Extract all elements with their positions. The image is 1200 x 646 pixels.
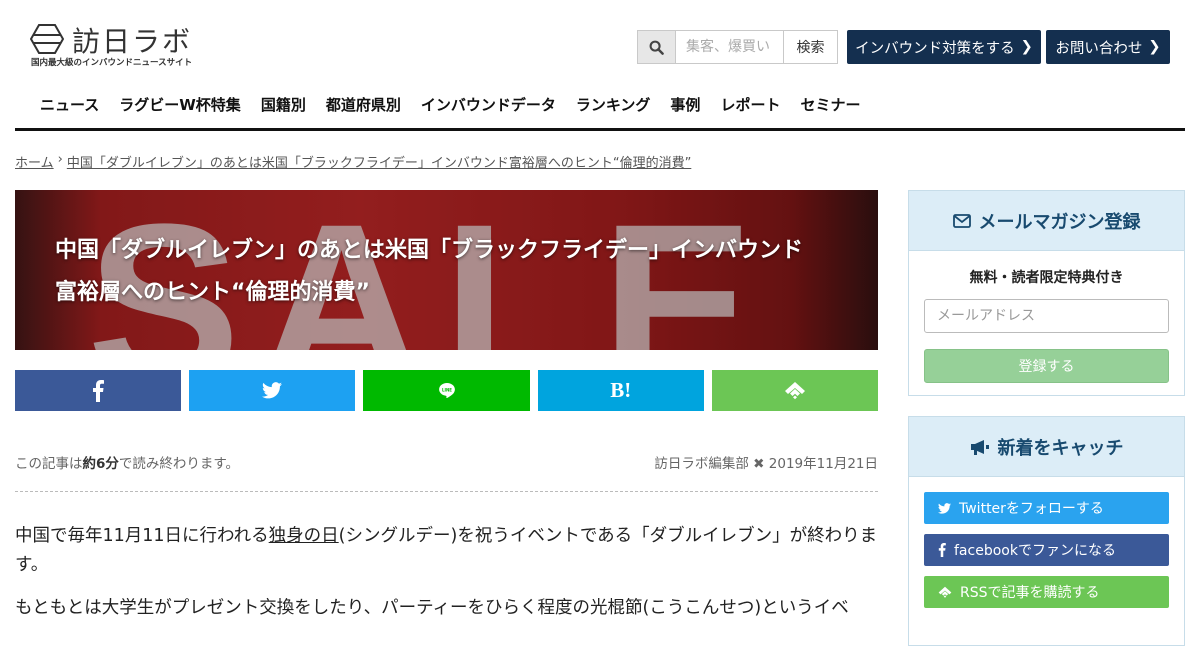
nav-item-prefecture[interactable]: 都道府県別 bbox=[326, 94, 401, 115]
publish-date: 2019年11月21日 bbox=[768, 456, 878, 472]
nav-item-cases[interactable]: 事例 bbox=[670, 94, 700, 115]
newsletter-header: メールマガジン登録 bbox=[909, 191, 1184, 251]
twitter-follow-label: Twitterをフォローする bbox=[959, 501, 1104, 517]
search-button[interactable]: 検索 bbox=[784, 30, 838, 64]
site-logo[interactable]: 訪日ラボ 国内最大級のインバウンドニュースサイト bbox=[30, 22, 200, 70]
share-twitter-button[interactable] bbox=[189, 370, 356, 411]
svg-text:LINE: LINE bbox=[442, 388, 452, 393]
article-paragraph: もともとは大学生がプレゼント交換をしたり、パーティーをひらく程度の光棍節(こうこ… bbox=[15, 598, 849, 618]
follow-header: 新着をキャッチ bbox=[909, 417, 1184, 477]
breadcrumb-separator-icon: › bbox=[57, 152, 63, 167]
nav-item-report[interactable]: レポート bbox=[720, 94, 780, 115]
breadcrumb-current[interactable]: 中国「ダブルイレブン」のあとは米国「ブラックフライデー」インバウンド富裕層へのヒ… bbox=[67, 152, 691, 171]
nav-item-country[interactable]: 国籍別 bbox=[261, 94, 306, 115]
chevron-right-icon: ❯ bbox=[1020, 39, 1033, 55]
logo-hexagon-icon bbox=[30, 24, 64, 54]
rss-subscribe-label: RSSで記事を購読する bbox=[960, 585, 1100, 601]
search-input[interactable] bbox=[675, 30, 784, 64]
nav-item-seminar[interactable]: セミナー bbox=[800, 94, 860, 115]
article-title-line2: 富裕層へのヒント“倫理的消費” bbox=[55, 280, 370, 305]
twitter-icon bbox=[262, 382, 283, 399]
rss-subscribe-button[interactable]: RSSで記事を購読する bbox=[924, 576, 1169, 608]
inbound-cta-button[interactable]: インバウンド対策をする ❯ bbox=[847, 30, 1041, 64]
article-paragraph: 中国で毎年11月11日に行われる独身の日(シングルデー)を祝うイベントである「ダ… bbox=[15, 526, 878, 575]
author-name[interactable]: 訪日ラボ編集部 bbox=[654, 456, 749, 472]
facebook-icon bbox=[938, 543, 946, 557]
nav-item-news[interactable]: ニュース bbox=[40, 94, 99, 115]
singles-day-link[interactable]: 独身の日 bbox=[269, 526, 339, 546]
hatena-icon: B! bbox=[610, 378, 632, 402]
share-facebook-button[interactable] bbox=[15, 370, 182, 411]
contact-label: お問い合わせ bbox=[1055, 40, 1143, 57]
nav-item-ranking[interactable]: ランキング bbox=[576, 94, 651, 115]
newsletter-title: メールマガジン登録 bbox=[978, 211, 1141, 233]
site-search: 検索 bbox=[637, 30, 838, 64]
line-icon: LINE bbox=[438, 383, 455, 398]
chevron-right-icon: ❯ bbox=[1148, 39, 1161, 55]
nav-item-rugby[interactable]: ラグビーW杯特集 bbox=[119, 94, 241, 115]
meta-divider bbox=[15, 491, 878, 492]
newsletter-subtitle: 無料・読者限定特典付き bbox=[969, 270, 1124, 286]
reading-time-value: 約6分 bbox=[82, 456, 119, 472]
reading-time: この記事は約6分で読み終わります。 bbox=[15, 456, 240, 472]
email-field[interactable] bbox=[924, 299, 1169, 333]
share-hatena-button[interactable]: B! bbox=[537, 370, 704, 411]
nav-item-data[interactable]: インバウンドデータ bbox=[421, 94, 556, 115]
envelope-icon bbox=[952, 213, 971, 228]
feedly-icon bbox=[938, 586, 952, 598]
article-title-line1: 中国「ダブルイレブン」のあとは米国「ブラックフライデー」インバウンド bbox=[55, 238, 804, 263]
share-bar: LINE B! bbox=[15, 370, 879, 411]
facebook-icon bbox=[93, 379, 105, 402]
follow-title: 新着をキャッチ bbox=[997, 437, 1124, 459]
inbound-cta-label: インバウンド対策をする bbox=[855, 40, 1015, 57]
follow-box: 新着をキャッチ Twitterをフォローする facebookでファンになる R… bbox=[908, 416, 1185, 646]
share-feedly-button[interactable] bbox=[711, 370, 879, 411]
contact-button[interactable]: お問い合わせ ❯ bbox=[1046, 30, 1170, 64]
feedly-icon bbox=[784, 381, 805, 399]
share-line-button[interactable]: LINE bbox=[363, 370, 530, 411]
search-icon[interactable] bbox=[637, 30, 675, 64]
nav-divider bbox=[15, 128, 1185, 131]
author-date: 訪日ラボ編集部 ✖ 2019年11月21日 bbox=[654, 452, 878, 472]
twitter-follow-button[interactable]: Twitterをフォローする bbox=[924, 492, 1169, 524]
facebook-follow-label: facebookでファンになる bbox=[954, 543, 1116, 559]
facebook-follow-button[interactable]: facebookでファンになる bbox=[924, 534, 1169, 566]
article-body: 中国で毎年11月11日に行われる独身の日(シングルデー)を祝うイベントである「ダ… bbox=[15, 522, 878, 637]
megaphone-icon bbox=[970, 439, 989, 455]
global-nav: ニュース ラグビーW杯特集 国籍別 都道府県別 インバウンドデータ ランキング … bbox=[40, 94, 860, 115]
pen-icon: ✖ bbox=[753, 456, 765, 472]
article-hero: SALE 中国「ダブルイレブン」のあとは米国「ブラックフライデー」インバウンド … bbox=[15, 190, 878, 350]
article-title: 中国「ダブルイレブン」のあとは米国「ブラックフライデー」インバウンド 富裕層への… bbox=[55, 230, 838, 314]
breadcrumb-home[interactable]: ホーム bbox=[15, 152, 54, 171]
logo-tagline: 国内最大級のインバウンドニュースサイト bbox=[31, 58, 193, 68]
newsletter-box: メールマガジン登録 無料・読者限定特典付き 登録する bbox=[908, 190, 1185, 396]
breadcrumb: ホーム › 中国「ダブルイレブン」のあとは米国「ブラックフライデー」インバウンド… bbox=[15, 152, 691, 171]
newsletter-register-button[interactable]: 登録する bbox=[924, 349, 1169, 383]
logo-text: 訪日ラボ bbox=[72, 25, 193, 58]
twitter-icon bbox=[938, 502, 951, 514]
article-meta: この記事は約6分で読み終わります。 訪日ラボ編集部 ✖ 2019年11月21日 bbox=[15, 452, 878, 472]
